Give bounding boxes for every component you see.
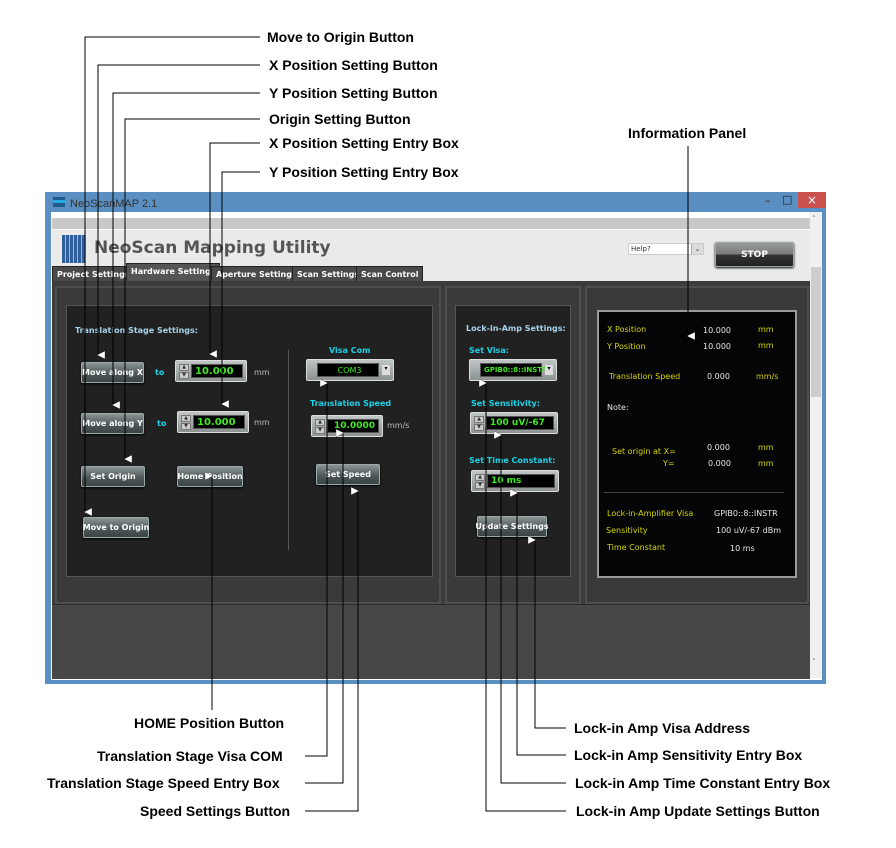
callout-lia-update: Lock-in Amp Update Settings Button bbox=[576, 803, 820, 819]
callout-line-lia-update bbox=[486, 383, 566, 812]
callout-visa-com: Translation Stage Visa COM bbox=[97, 748, 283, 764]
callout-speed-button: Speed Settings Button bbox=[140, 803, 291, 819]
callout-line-lia-sens bbox=[517, 493, 566, 756]
callout-line-x-entry bbox=[210, 142, 260, 354]
callout-line-y-entry bbox=[222, 171, 260, 404]
callout-y-position-button: Y Position Setting Button bbox=[269, 85, 438, 101]
callout-line-x-button bbox=[98, 64, 260, 355]
callout-home-button: HOME Position Button bbox=[134, 715, 285, 731]
callout-move-to-origin: Move to Origin Button bbox=[267, 29, 414, 45]
callout-line-move-origin bbox=[85, 36, 260, 512]
callout-line-origin-button bbox=[125, 118, 260, 459]
callout-x-entry: X Position Setting Entry Box bbox=[269, 135, 459, 151]
callout-line-speed-button bbox=[305, 491, 358, 812]
callout-information-panel: Information Panel bbox=[628, 125, 747, 141]
callout-x-position-button: X Position Setting Button bbox=[269, 57, 438, 73]
callout-line-speed-entry bbox=[305, 433, 343, 784]
callout-lia-time-constant: Lock-in Amp Time Constant Entry Box bbox=[575, 775, 831, 791]
callout-line-y-button bbox=[113, 92, 260, 405]
callout-y-entry: Y Position Setting Entry Box bbox=[269, 164, 459, 180]
callout-line-lia-tc bbox=[501, 435, 566, 784]
callout-origin-button: Origin Setting Button bbox=[269, 111, 411, 127]
callout-line-visa-com bbox=[305, 383, 327, 757]
callout-lia-sensitivity: Lock-in Amp Sensitivity Entry Box bbox=[574, 747, 803, 763]
callout-speed-entry: Translation Stage Speed Entry Box bbox=[47, 775, 280, 791]
callout-line-lia-visa bbox=[535, 540, 566, 729]
callout-lia-visa: Lock-in Amp Visa Address bbox=[574, 720, 751, 736]
